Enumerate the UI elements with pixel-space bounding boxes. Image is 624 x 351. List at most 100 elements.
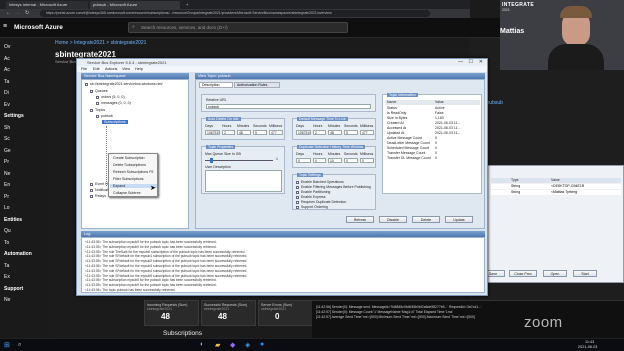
tree-node-queue[interactable]: messages (0, 0, 0) xyxy=(96,101,131,105)
forward-icon[interactable]: → xyxy=(15,10,20,16)
user-description-field[interactable] xyxy=(205,170,282,192)
minutes-field[interactable]: 48 xyxy=(328,130,342,135)
setting-checkbox[interactable]: Support Ordering xyxy=(296,205,328,209)
tree-node-namespace[interactable]: sb://sbintegrate2021.servicebus.windows.… xyxy=(85,82,163,86)
tab-authorization-rules[interactable]: Authorization Rules xyxy=(234,82,280,88)
open-button[interactable]: Open xyxy=(543,270,567,277)
browser-tab[interactable]: Intesys Internal - Microsoft Azure xyxy=(6,1,88,9)
url-field[interactable]: https://portal.azure.com/#@intesys365.on… xyxy=(40,10,430,17)
menu-collapse-subtree[interactable]: Collapse Subtree xyxy=(113,191,141,195)
tree-node-topics[interactable]: Topics xyxy=(90,108,105,112)
left-nav-item[interactable]: Ex xyxy=(4,274,10,280)
zoom-app-icon[interactable]: ● xyxy=(260,341,264,348)
azure-search-input[interactable]: ⌕ Search resources, services, and docs (… xyxy=(128,22,348,33)
tree-node-queues[interactable]: Queues xyxy=(90,89,108,93)
tree-node-relays[interactable]: Relays xyxy=(90,194,106,198)
new-tab-button[interactable]: + xyxy=(183,1,193,9)
start-button[interactable]: Start xyxy=(573,270,597,277)
days-field[interactable]: 0 xyxy=(296,158,311,163)
menu-view[interactable]: View xyxy=(122,67,130,71)
minutes-field[interactable]: 48 xyxy=(237,130,251,135)
back-icon[interactable]: ← xyxy=(6,10,11,16)
azure-brand[interactable]: Microsoft Azure xyxy=(14,24,63,31)
refresh-button[interactable]: Refresh xyxy=(346,216,374,223)
breadcrumb[interactable]: Home > Integrate2021 > sbintegrate2021 xyxy=(55,40,146,46)
menu-file[interactable]: File xyxy=(81,67,87,71)
menu-edit[interactable]: Edit xyxy=(93,67,100,71)
tab-description[interactable]: Description xyxy=(199,82,233,88)
property-row[interactable]: String <DESKTOP-G94E1R xyxy=(491,184,621,189)
update-button[interactable]: Update xyxy=(445,216,473,223)
seconds-field[interactable]: 5 xyxy=(253,130,267,135)
menu-delete-subscriptions[interactable]: Delete Subscriptions xyxy=(113,163,146,167)
left-nav-item[interactable]: Qu xyxy=(4,228,11,234)
hours-field[interactable]: 2 xyxy=(222,130,235,135)
millisecs-field[interactable]: 477 xyxy=(360,130,374,135)
left-nav-item[interactable]: Ta xyxy=(4,263,9,269)
menu-create-subscription[interactable]: Create Subscription xyxy=(113,156,145,160)
visual-studio-icon[interactable]: ◆ xyxy=(230,341,235,349)
tree-node-queue[interactable]: orders (5, 0, 0) xyxy=(96,95,125,99)
disable-button[interactable]: Disable xyxy=(379,216,407,223)
close-prev-button[interactable]: Close Prev xyxy=(509,270,537,277)
left-nav-item[interactable]: To xyxy=(4,240,9,246)
setting-checkbox[interactable]: Enable Batched Operations xyxy=(296,180,344,184)
left-nav-item[interactable]: Sh xyxy=(4,125,10,131)
menu-help[interactable]: Help xyxy=(135,67,143,71)
left-nav-item[interactable]: Di xyxy=(4,90,9,96)
days-field[interactable]: 10675199 xyxy=(296,130,311,135)
left-nav-item[interactable]: Pr xyxy=(4,159,9,165)
close-window-icon[interactable]: ✕ xyxy=(479,59,483,65)
browser-tab-active[interactable]: pubsub - Microsoft Azure xyxy=(90,1,180,9)
left-nav-item[interactable]: Ne xyxy=(4,297,10,303)
edge-icon[interactable]: ◐ xyxy=(200,341,204,348)
days-field[interactable]: 10675199 xyxy=(205,130,220,135)
left-nav-item[interactable]: Ne xyxy=(4,171,10,177)
metric-tile[interactable]: Incoming Requests (Sum) sbintegrate2021 … xyxy=(144,300,199,326)
setting-checkbox[interactable]: Enable Filtering Messages Before Publish… xyxy=(296,185,371,189)
minutes-field[interactable]: 10 xyxy=(328,158,342,163)
menu-refresh-subscriptions[interactable]: Refresh Subscriptions F5 xyxy=(113,170,153,174)
vscode-icon[interactable]: ◈ xyxy=(245,341,250,349)
left-nav-item[interactable]: Ac xyxy=(4,67,10,73)
property-row[interactable]: String <Mattias Tyrberg xyxy=(491,190,621,195)
folder-icon[interactable]: ▰ xyxy=(215,341,220,349)
metric-tile[interactable]: Server Errors (Sum) sbintegrate2021 0 xyxy=(258,300,313,326)
tree-node-topic[interactable]: pubsub xyxy=(96,114,113,118)
delete-button[interactable]: Delete xyxy=(412,216,440,223)
metric-tile[interactable]: Successful Requests (Sum) sbintegrate202… xyxy=(201,300,256,326)
left-nav-item[interactable]: Sc xyxy=(4,136,10,142)
left-nav-item[interactable]: Ta xyxy=(4,79,9,85)
millisecs-field[interactable]: 0 xyxy=(360,158,374,163)
reload-icon[interactable]: ↻ xyxy=(25,10,29,16)
maximize-icon[interactable]: ☐ xyxy=(469,59,473,65)
max-size-slider-thumb[interactable] xyxy=(210,158,213,163)
left-nav-item[interactable]: Ov xyxy=(4,44,10,50)
menu-filter-subscriptions[interactable]: Filter Subscriptions xyxy=(113,177,144,181)
left-nav-item[interactable]: En xyxy=(4,182,10,188)
left-nav-item[interactable]: Pr xyxy=(4,194,9,200)
hamburger-icon[interactable]: ≡ xyxy=(3,23,7,30)
info-row[interactable]: Transfer DL Message Count 0 xyxy=(385,156,480,161)
setting-checkbox[interactable]: Enable Partitioning xyxy=(296,190,330,194)
folder-icon xyxy=(90,188,93,192)
search-icon[interactable]: ⌕ xyxy=(18,342,21,349)
left-nav-item[interactable]: Lo xyxy=(4,205,10,211)
left-nav-item[interactable]: Ev xyxy=(4,102,10,108)
setting-checkbox[interactable]: Enable Express xyxy=(296,195,326,199)
seconds-field[interactable]: 0 xyxy=(344,158,358,163)
millisecs-field[interactable]: 477 xyxy=(269,130,283,135)
left-nav-item[interactable]: Ac xyxy=(4,56,10,62)
windows-start-icon[interactable]: ⊞ xyxy=(4,341,10,349)
hours-field[interactable]: 2 xyxy=(313,130,326,135)
left-nav-item[interactable]: Ge xyxy=(4,148,11,154)
relative-url-field[interactable]: pubsub xyxy=(206,104,371,109)
max-size-slider[interactable] xyxy=(205,160,273,161)
tree-node-subscriptions[interactable]: Subscriptions xyxy=(102,120,128,124)
menu-actions[interactable]: Actions xyxy=(105,67,117,71)
setting-checkbox[interactable]: Requires Duplicate Detection xyxy=(296,200,346,204)
property-type: String xyxy=(511,184,521,188)
hours-field[interactable]: 0 xyxy=(313,158,326,163)
minimize-icon[interactable]: — xyxy=(458,59,463,65)
seconds-field[interactable]: 5 xyxy=(344,130,358,135)
